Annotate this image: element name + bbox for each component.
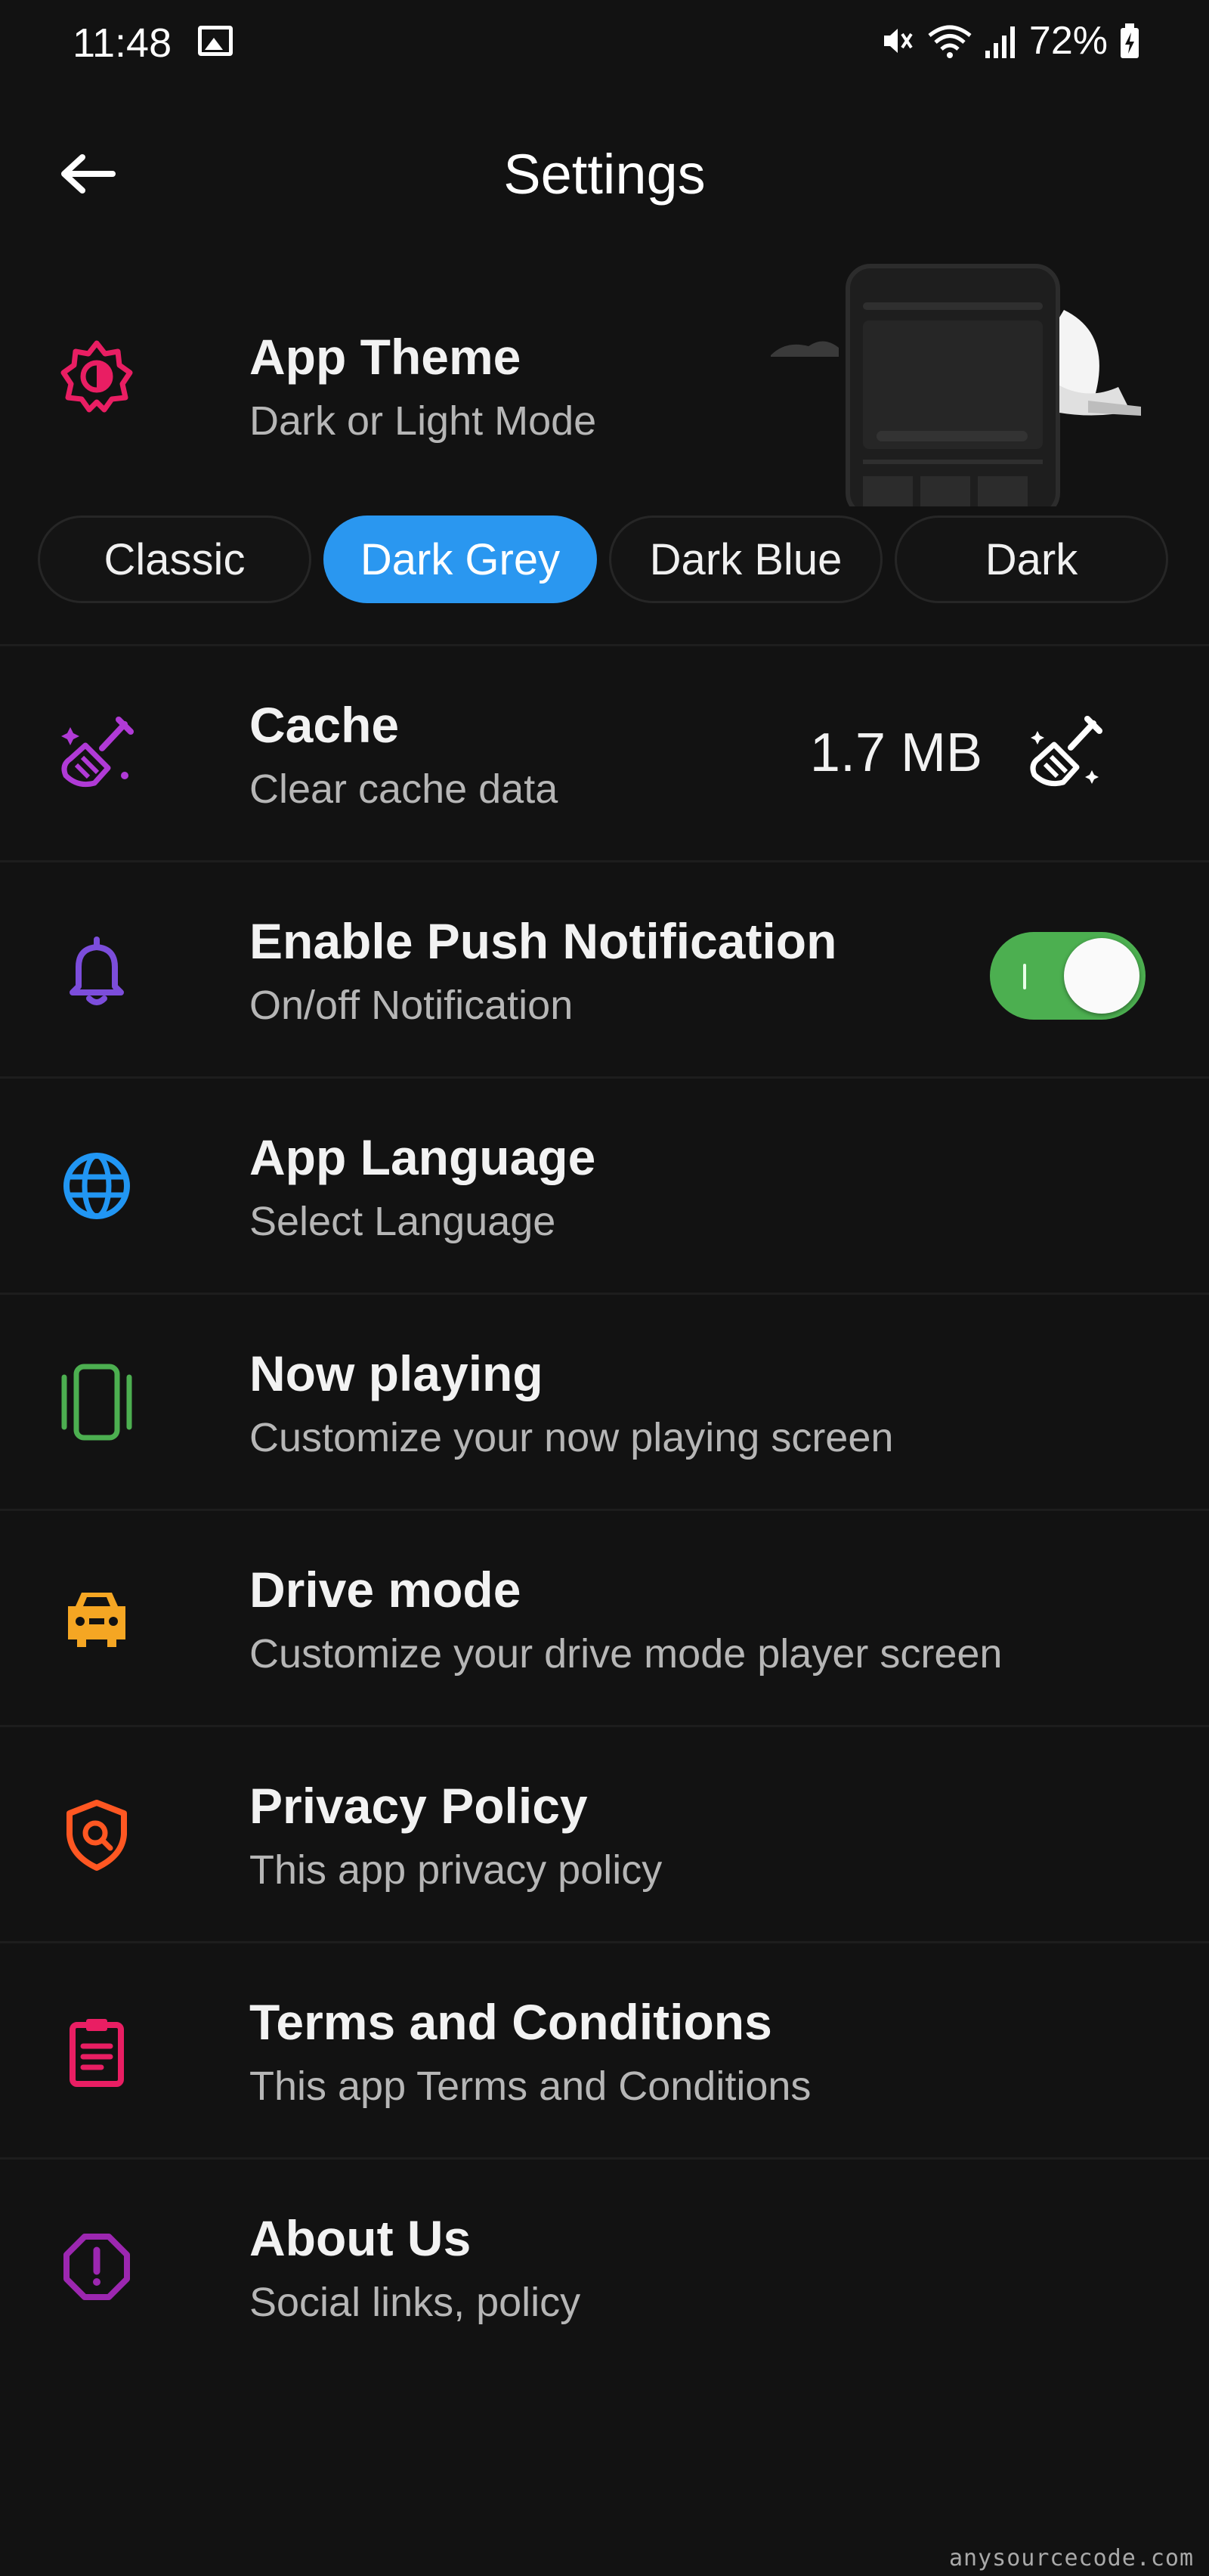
bell-icon [53,926,141,1014]
toggle-knob [1064,938,1139,1014]
battery-level: 72% [1028,19,1108,63]
theme-option-dark-blue[interactable]: Dark Blue [609,516,883,603]
status-icons: 72% [878,18,1141,63]
settings-item-now-playing[interactable]: Now playing Customize your now playing s… [0,1295,1209,1510]
signal-icon [984,22,1019,60]
settings-item-cache[interactable]: Cache Clear cache data 1.7 MB [0,646,1209,862]
now-playing-subtitle: Customize your now playing screen [249,1415,894,1460]
about-us-subtitle: Social links, policy [249,2280,581,2325]
status-bar: 11:48 72% [0,0,1209,83]
globe-icon [53,1142,141,1230]
app-language-title: App Language [249,1129,596,1185]
about-us-title: About Us [249,2210,472,2266]
cache-size-value: 1.7 MB [809,723,982,783]
cache-subtitle: Clear cache data [249,766,558,812]
clean-icon [1030,716,1102,787]
theme-option-classic[interactable]: Classic [38,516,311,603]
now-playing-title: Now playing [249,1345,543,1401]
gallery-icon [198,26,233,56]
info-octagon-icon [53,2223,141,2311]
privacy-policy-subtitle: This app privacy policy [249,1847,663,1893]
drive-mode-title: Drive mode [249,1562,521,1618]
broom-icon [53,710,141,797]
wifi-icon [926,22,973,60]
settings-item-about-us[interactable]: About Us Social links, policy [0,2160,1209,2375]
push-notification-subtitle: On/off Notification [249,983,574,1028]
settings-item-push-notification[interactable]: Enable Push Notification On/off Notifica… [0,862,1209,1078]
app-language-subtitle: Select Language [249,1199,556,1244]
theme-subtitle: Dark or Light Mode [249,398,597,444]
app-bar: Settings [0,113,1209,234]
page-title: Settings [503,143,706,206]
privacy-policy-title: Privacy Policy [249,1778,588,1834]
clipboard-icon [53,2007,141,2095]
theme-options: Classic Dark Grey Dark Blue Dark [38,516,1171,603]
battery-icon [1118,22,1141,60]
terms-title: Terms and Conditions [249,1994,772,2050]
theme-option-dark[interactable]: Dark [895,516,1168,603]
terms-subtitle: This app Terms and Conditions [249,2064,812,2109]
theme-title: App Theme [249,329,521,385]
shield-icon [53,1791,141,1878]
cache-title: Cache [249,697,400,753]
now-playing-icon [53,1358,141,1446]
status-time: 11:48 [73,20,172,66]
clear-cache-button[interactable] [1020,711,1111,794]
theme-option-dark-grey[interactable]: Dark Grey [323,516,597,603]
brightness-icon [53,333,141,420]
theme-section: App Theme Dark or Light Mode Classic Dar… [0,249,1209,642]
settings-item-privacy-policy[interactable]: Privacy Policy This app privacy policy [0,1727,1209,1943]
theme-illustration [771,264,1141,506]
drive-mode-subtitle: Customize your drive mode player screen [249,1631,1003,1677]
push-notification-toggle[interactable] [990,932,1146,1020]
watermark: anysourcecode.com [948,2545,1194,2571]
car-icon [53,1574,141,1662]
push-notification-title: Enable Push Notification [249,913,837,969]
settings-item-drive-mode[interactable]: Drive mode Customize your drive mode pla… [0,1511,1209,1726]
settings-item-terms[interactable]: Terms and Conditions This app Terms and … [0,1943,1209,2159]
mute-icon [878,22,916,60]
settings-item-app-language[interactable]: App Language Select Language [0,1079,1209,1294]
toggle-on-indicator [1023,964,1026,989]
